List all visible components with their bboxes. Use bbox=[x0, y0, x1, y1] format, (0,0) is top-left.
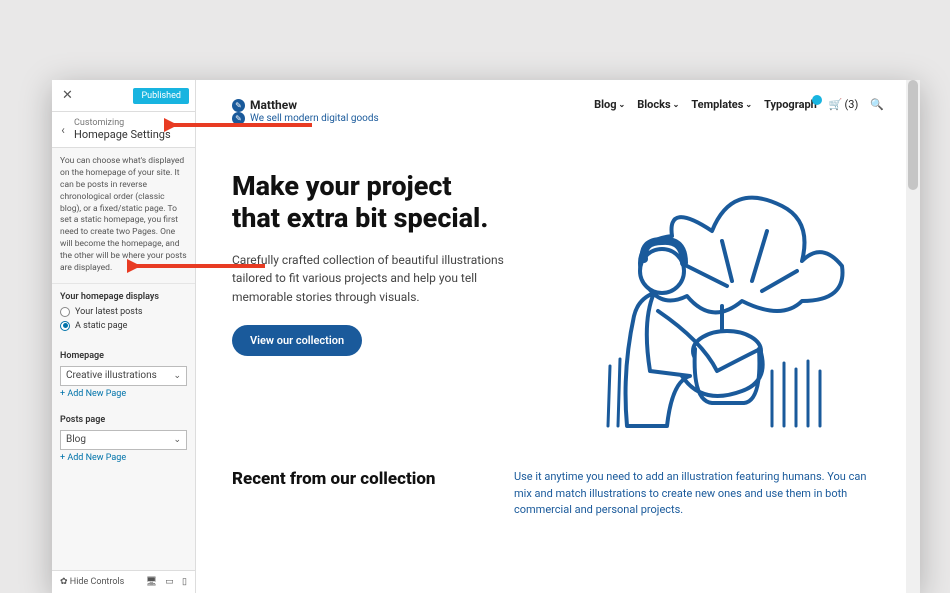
customizer-sidebar: ✕ Published ‹ Customizing Homepage Setti… bbox=[52, 80, 196, 593]
desktop-icon[interactable]: 🖥 bbox=[146, 577, 157, 587]
hero-paragraph: Carefully crafted collection of beautifu… bbox=[232, 251, 512, 307]
chevron-down-icon: ⌄ bbox=[173, 371, 181, 381]
nav-typography[interactable]: Typograph bbox=[764, 98, 817, 111]
customizing-label: Customizing bbox=[74, 118, 171, 128]
add-new-page-link[interactable]: + Add New Page bbox=[60, 453, 126, 463]
add-new-page-link[interactable]: + Add New Page bbox=[60, 389, 126, 399]
hero-text: Make your projectthat extra bit special.… bbox=[232, 171, 512, 431]
section-description: You can choose what's displayed on the h… bbox=[52, 148, 195, 284]
section-title: Homepage Settings bbox=[74, 128, 171, 141]
select-value: Blog bbox=[66, 434, 86, 445]
sidebar-topbar: ✕ Published bbox=[52, 80, 195, 112]
nav-templates[interactable]: Templates⌄ bbox=[691, 98, 752, 111]
preview-scrollbar[interactable] bbox=[906, 80, 920, 593]
mobile-icon[interactable]: ▯ bbox=[182, 577, 187, 587]
radio-label: Your latest posts bbox=[75, 307, 143, 317]
homepage-select[interactable]: Creative illustrations ⌄ bbox=[60, 366, 187, 386]
posts-page-label: Posts page bbox=[60, 415, 187, 425]
preview-header: ✎ Matthew ✎ We sell modern digital goods B… bbox=[196, 80, 920, 131]
homepage-select-group: Homepage Creative illustrations ⌄ + Add … bbox=[52, 343, 195, 407]
hero-section: Make your projectthat extra bit special.… bbox=[196, 131, 920, 457]
edit-shortcut-icon[interactable]: ✎ bbox=[232, 112, 245, 125]
radio-icon bbox=[60, 321, 70, 331]
site-tagline[interactable]: We sell modern digital goods bbox=[250, 113, 379, 124]
search-icon[interactable]: 🔍 bbox=[870, 98, 884, 111]
device-preview-icons: 🖥 ▭ ▯ bbox=[140, 577, 187, 587]
hero-illustration bbox=[540, 171, 884, 431]
recent-heading: Recent from our collection bbox=[232, 469, 492, 519]
displays-label: Your homepage displays bbox=[60, 292, 187, 302]
tablet-icon[interactable]: ▭ bbox=[165, 577, 174, 587]
customizer-window: ✕ Published ‹ Customizing Homepage Setti… bbox=[52, 80, 920, 593]
primary-nav: Blog⌄ Blocks⌄ Templates⌄ Typograph 🛒(3) … bbox=[594, 98, 884, 111]
sidebar-heading: Customizing Homepage Settings bbox=[74, 118, 171, 141]
radio-static-page[interactable]: A static page bbox=[60, 321, 187, 331]
nav-cart[interactable]: 🛒(3) bbox=[829, 98, 858, 111]
site-identity: ✎ Matthew ✎ We sell modern digital goods bbox=[232, 98, 379, 125]
radio-icon bbox=[60, 307, 70, 317]
posts-page-select-group: Posts page Blog ⌄ + Add New Page bbox=[52, 407, 195, 471]
edit-shortcut-icon[interactable]: ✎ bbox=[232, 99, 245, 112]
close-icon[interactable]: ✕ bbox=[58, 86, 77, 105]
hero-heading: Make your projectthat extra bit special. bbox=[232, 171, 512, 235]
site-preview: ✎ Matthew ✎ We sell modern digital goods B… bbox=[196, 80, 920, 593]
radio-label: A static page bbox=[75, 321, 127, 331]
chevron-down-icon: ⌄ bbox=[173, 435, 181, 445]
nav-blocks[interactable]: Blocks⌄ bbox=[637, 98, 679, 111]
scrollbar-thumb[interactable] bbox=[908, 80, 918, 190]
view-collection-button[interactable]: View our collection bbox=[232, 325, 362, 356]
recent-section: Recent from our collection Use it anytim… bbox=[196, 469, 920, 539]
publish-status-badge[interactable]: Published bbox=[133, 88, 189, 104]
site-title[interactable]: Matthew bbox=[250, 98, 297, 112]
sidebar-footer: ✿ Hide Controls 🖥 ▭ ▯ bbox=[52, 570, 195, 593]
recent-paragraph: Use it anytime you need to add an illust… bbox=[514, 469, 884, 519]
person-plant-illustration bbox=[572, 171, 852, 431]
homepage-label: Homepage bbox=[60, 351, 187, 361]
back-icon[interactable]: ‹ bbox=[52, 123, 74, 137]
hide-controls-button[interactable]: ✿ Hide Controls bbox=[60, 577, 124, 587]
sidebar-header[interactable]: ‹ Customizing Homepage Settings bbox=[52, 112, 195, 148]
homepage-displays-group: Your homepage displays Your latest posts… bbox=[52, 284, 195, 343]
radio-latest-posts[interactable]: Your latest posts bbox=[60, 307, 187, 317]
select-value: Creative illustrations bbox=[66, 370, 157, 381]
posts-page-select[interactable]: Blog ⌄ bbox=[60, 430, 187, 450]
nav-blog[interactable]: Blog⌄ bbox=[594, 98, 625, 111]
